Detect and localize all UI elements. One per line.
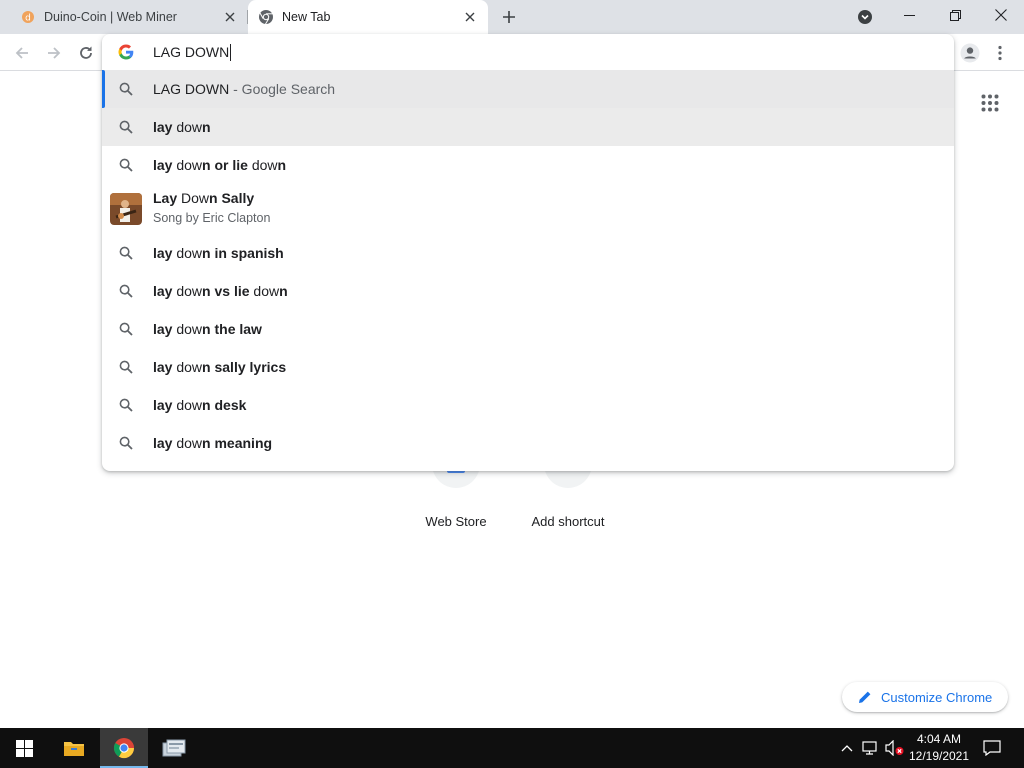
suggestion-text: LAG DOWN - Google Search bbox=[153, 81, 336, 97]
chrome-menu-button[interactable] bbox=[988, 39, 1012, 67]
search-icon bbox=[118, 81, 134, 97]
suggestion-item[interactable]: lay down meaning bbox=[102, 424, 954, 462]
suggestion-list: LAG DOWN - Google Search lay down lay do… bbox=[102, 70, 954, 462]
tab-title: New Tab bbox=[282, 10, 331, 24]
album-thumbnail bbox=[110, 193, 142, 225]
tab-strip: d Duino-Coin | Web Miner New Tab bbox=[0, 0, 1024, 34]
apps-grid-icon bbox=[981, 94, 999, 112]
volume-muted-icon[interactable] bbox=[884, 728, 906, 768]
omnibox-popup: LAG DOWN LAG DOWN - Google Search lay do… bbox=[102, 34, 954, 471]
search-icon bbox=[118, 119, 134, 135]
google-apps-button[interactable] bbox=[976, 89, 1004, 117]
text-caret bbox=[230, 43, 232, 61]
shortcut-label: Add shortcut bbox=[531, 514, 605, 529]
suggestion-item[interactable]: lay down the law bbox=[102, 310, 954, 348]
suggestion-text: lay down meaning bbox=[153, 435, 273, 451]
reload-icon bbox=[80, 46, 92, 59]
folder-icon bbox=[64, 742, 84, 756]
suggestion-item[interactable]: lay down in spanish bbox=[102, 234, 954, 272]
show-hidden-icons-button[interactable] bbox=[838, 728, 856, 768]
chevron-down-circle-icon bbox=[858, 10, 872, 24]
back-button[interactable] bbox=[8, 39, 36, 67]
suggestion-item[interactable]: lay down sally lyrics bbox=[102, 348, 954, 386]
more-vert-icon bbox=[998, 45, 1002, 61]
close-tab-icon[interactable] bbox=[462, 9, 478, 25]
chrome-taskbar-button[interactable] bbox=[100, 728, 148, 768]
close-window-button[interactable] bbox=[978, 0, 1024, 30]
suggestion-text: lay down the law bbox=[153, 321, 262, 337]
network-icon[interactable] bbox=[860, 728, 880, 768]
close-icon bbox=[995, 9, 1007, 21]
action-center-button[interactable] bbox=[980, 728, 1004, 768]
omnibox-input-value: LAG DOWN bbox=[153, 44, 230, 60]
system-clock[interactable]: 4:04 AM 12/19/2021 bbox=[908, 731, 970, 765]
suggestion-item[interactable]: lay down bbox=[102, 108, 954, 146]
tab-new-tab[interactable]: New Tab bbox=[248, 0, 488, 34]
restore-button[interactable] bbox=[932, 0, 978, 30]
app-window-icon bbox=[162, 739, 186, 757]
omnibox-input-row[interactable]: LAG DOWN bbox=[102, 34, 954, 70]
omnibox-input[interactable]: LAG DOWN bbox=[153, 42, 232, 62]
tab-search-button[interactable] bbox=[853, 5, 877, 29]
suggestion-item[interactable]: LAG DOWN - Google Search bbox=[102, 70, 954, 108]
search-icon bbox=[118, 245, 134, 261]
suggestion-text: lay down bbox=[153, 119, 211, 135]
chrome-logo-icon bbox=[113, 738, 135, 759]
start-button[interactable] bbox=[0, 728, 48, 768]
plus-icon bbox=[503, 11, 515, 23]
suggestion-subtitle: Song by Eric Clapton bbox=[153, 211, 271, 225]
tab-duino-coin[interactable]: d Duino-Coin | Web Miner bbox=[0, 0, 248, 34]
suggestion-item[interactable]: lay down or lie down bbox=[102, 146, 954, 184]
google-g-icon bbox=[118, 44, 134, 60]
clock-time: 4:04 AM bbox=[916, 732, 962, 746]
search-icon bbox=[118, 397, 134, 413]
tab-title: Duino-Coin | Web Miner bbox=[44, 10, 177, 24]
notification-icon bbox=[983, 740, 1001, 756]
chevron-up-icon bbox=[841, 745, 853, 752]
profile-button[interactable] bbox=[956, 39, 984, 67]
svg-text:d: d bbox=[25, 14, 31, 24]
arrow-left-icon bbox=[15, 47, 28, 59]
file-explorer-button[interactable] bbox=[50, 728, 98, 768]
search-icon bbox=[118, 157, 134, 173]
arrow-right-icon bbox=[48, 47, 61, 59]
minimize-button[interactable] bbox=[886, 0, 932, 30]
app-taskbar-button[interactable] bbox=[150, 728, 198, 768]
minimize-icon bbox=[903, 14, 915, 16]
clock-date: 12/19/2021 bbox=[908, 749, 970, 763]
suggestion-item[interactable]: lay down vs lie down bbox=[102, 272, 954, 310]
windows-logo-icon bbox=[15, 739, 33, 757]
customize-chrome-button[interactable]: Customize Chrome bbox=[842, 682, 1008, 712]
restore-icon bbox=[949, 9, 961, 21]
new-tab-button[interactable] bbox=[497, 5, 521, 29]
suggestion-item[interactable]: lay down desk bbox=[102, 386, 954, 424]
suggestion-text: lay down or lie down bbox=[153, 157, 287, 173]
chrome-icon bbox=[258, 9, 274, 25]
close-tab-icon[interactable] bbox=[222, 9, 238, 25]
search-icon bbox=[118, 321, 134, 337]
search-icon bbox=[118, 435, 134, 451]
pencil-icon bbox=[858, 690, 872, 704]
suggestion-text: lay down sally lyrics bbox=[153, 359, 287, 375]
suggestion-text: lay down desk bbox=[153, 397, 247, 413]
suggestion-text: lay down vs lie down bbox=[153, 283, 288, 299]
reload-button[interactable] bbox=[72, 39, 100, 67]
windows-taskbar: 4:04 AM 12/19/2021 bbox=[0, 728, 1024, 768]
selection-indicator bbox=[102, 70, 105, 108]
search-icon bbox=[118, 359, 134, 375]
profile-icon bbox=[960, 43, 980, 63]
search-icon bbox=[118, 283, 134, 299]
forward-button[interactable] bbox=[40, 39, 68, 67]
suggestion-text: lay down in spanish bbox=[153, 245, 284, 261]
suggestion-item-entity[interactable]: Lay Down Sally Song by Eric Clapton bbox=[102, 184, 954, 234]
customize-chrome-label: Customize Chrome bbox=[881, 689, 993, 705]
duino-coin-icon: d bbox=[20, 9, 36, 25]
suggestion-text: Lay Down Sally bbox=[153, 190, 255, 206]
shortcut-label: Web Store bbox=[425, 514, 487, 529]
